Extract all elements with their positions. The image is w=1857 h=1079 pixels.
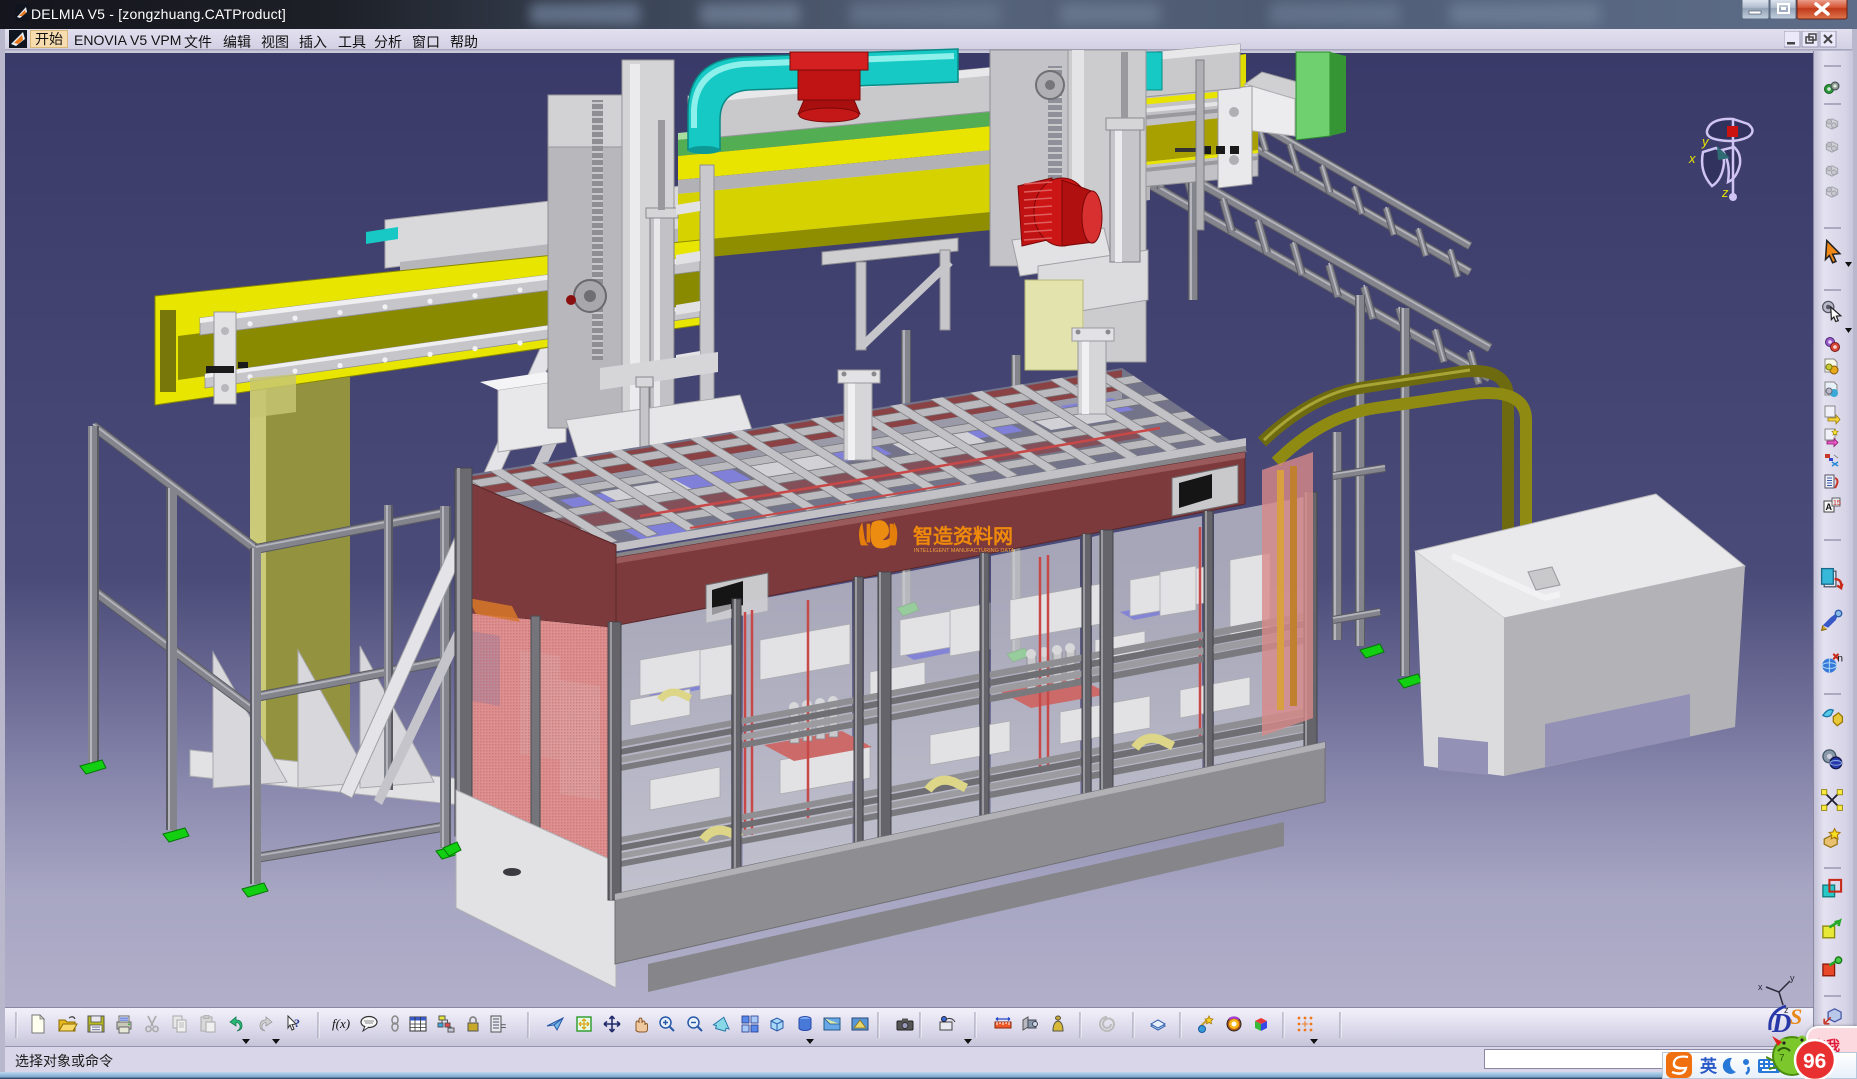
- svg-text:7: 7: [1779, 1053, 1785, 1064]
- svg-text:15: 15: [1833, 500, 1841, 507]
- svg-text:INTELLIGENT MANUFACTURING DATA: INTELLIGENT MANUFACTURING DATA: [914, 548, 1015, 554]
- svg-text:z: z: [1721, 185, 1729, 200]
- svg-text:=: =: [501, 1021, 506, 1031]
- svg-text:n: n: [1837, 654, 1843, 665]
- svg-text:A: A: [1826, 502, 1833, 512]
- svg-text:y: y: [1790, 973, 1795, 983]
- svg-text:x: x: [1758, 982, 1763, 992]
- svg-text:智造资料网: 智造资料网: [913, 524, 1013, 548]
- svg-text:x: x: [1688, 151, 1696, 166]
- svg-text:S: S: [1790, 1004, 1802, 1029]
- svg-text:96: 96: [1803, 1050, 1826, 1073]
- svg-text:?: ?: [294, 1016, 300, 1030]
- svg-text:英: 英: [1700, 1056, 1718, 1076]
- svg-text:f(x): f(x): [332, 1016, 350, 1031]
